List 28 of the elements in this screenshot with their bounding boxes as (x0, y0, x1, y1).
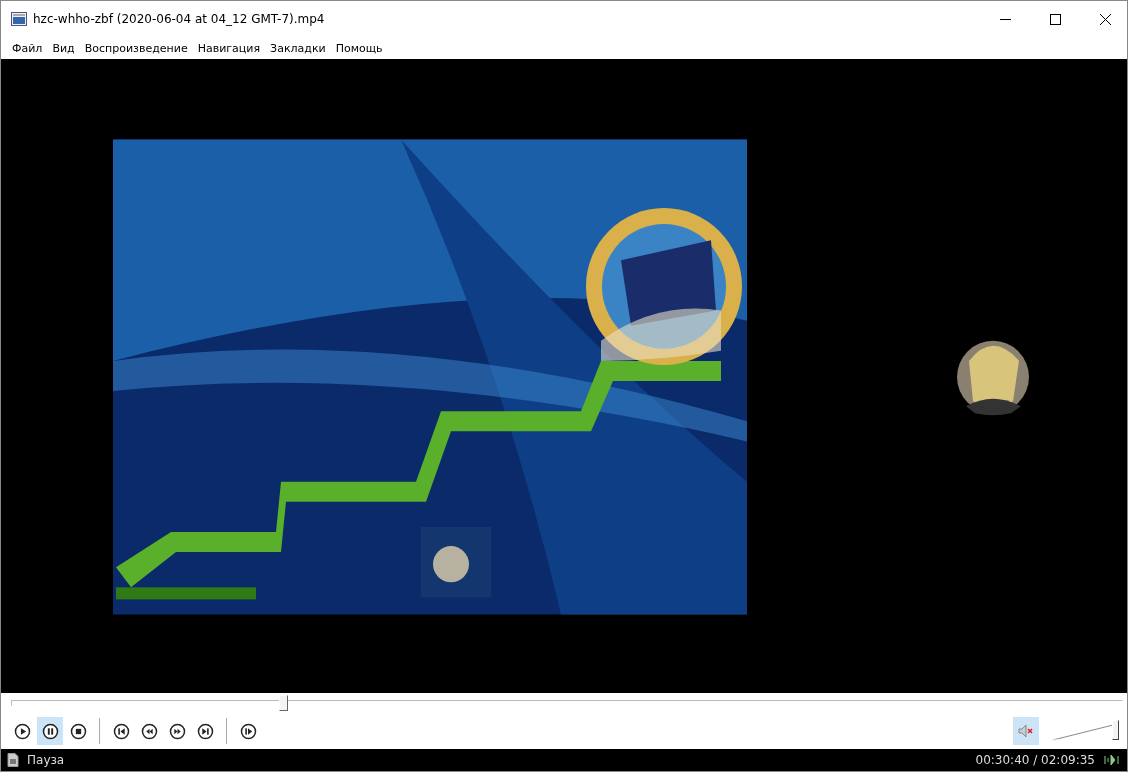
speaker-icon (1017, 722, 1035, 740)
menu-item[interactable]: Закладки (265, 39, 331, 57)
time-display: 00:30:40 / 02:09:35 (975, 753, 1095, 767)
maximize-icon (1049, 13, 1061, 25)
pause-icon (41, 722, 59, 740)
file-icon (7, 753, 19, 767)
playback-status: Пауза (27, 753, 66, 767)
audio-channels-icon (1103, 754, 1121, 766)
volume-slider[interactable] (1051, 720, 1119, 742)
menu-item[interactable]: Файл (7, 39, 48, 57)
menu-item[interactable]: Навигация (192, 39, 266, 57)
next-icon (196, 722, 214, 740)
window-title: hzc-whho-zbf (2020-06-04 at 04_12 GMT-7).mp4 (33, 12, 326, 26)
menu-item[interactable]: Вид (47, 39, 80, 57)
mute-button[interactable] (1013, 717, 1039, 745)
rewind-icon (140, 722, 158, 740)
frame-step-icon (239, 722, 257, 740)
menu-item[interactable]: Воспроизведение (79, 39, 193, 57)
play-icon (13, 722, 31, 740)
pause-button[interactable] (37, 717, 63, 745)
close-icon (1099, 13, 1111, 25)
seek-thumb[interactable] (279, 695, 289, 711)
stop-icon (69, 722, 87, 740)
volume-thumb[interactable] (1112, 720, 1119, 740)
film-icon (11, 12, 27, 26)
previous-icon (112, 722, 130, 740)
menu-item[interactable]: Помощь (330, 39, 388, 57)
forward-icon (168, 722, 186, 740)
